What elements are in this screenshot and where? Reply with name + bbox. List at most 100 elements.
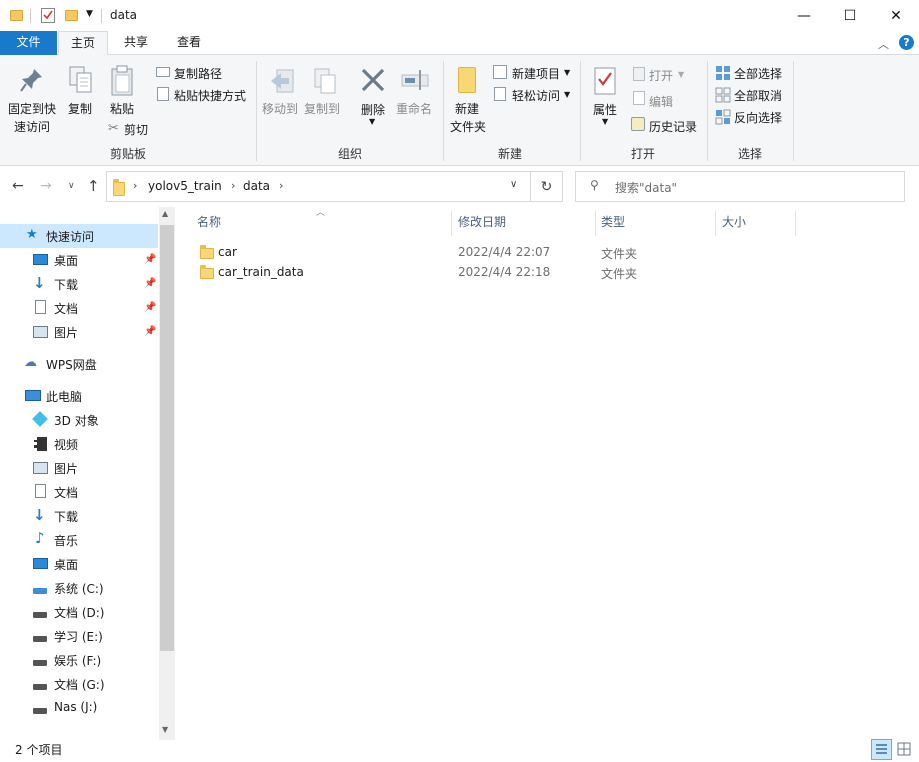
scroll-down-icon[interactable]: ▼	[162, 725, 168, 734]
close-button[interactable]: ✕	[873, 0, 919, 31]
nav-3d-objects[interactable]: 3D 对象	[0, 408, 158, 432]
column-divider[interactable]	[795, 210, 796, 236]
tab-share[interactable]: 共享	[112, 31, 160, 55]
properties-button[interactable]: 属性	[593, 101, 617, 118]
paste-button[interactable]: 粘贴	[110, 100, 134, 117]
copy-to-button[interactable]: 复制到	[304, 100, 340, 117]
help-icon[interactable]: ?	[899, 35, 914, 50]
new-group-label: 新建	[497, 147, 522, 161]
select-all-button[interactable]: 全部选择	[734, 65, 782, 82]
column-divider[interactable]	[595, 210, 596, 236]
nav-drive-f[interactable]: 娱乐 (F:)	[0, 648, 158, 672]
delete-dropdown-icon[interactable]: ▼	[369, 117, 375, 126]
open-button[interactable]: 打开	[649, 67, 673, 84]
ribbon: 固定到快 速访问 复制 粘贴 复制路径 粘贴快捷方式 ✂ 剪切 剪贴板 移动到 …	[0, 55, 919, 166]
recent-locations-icon[interactable]: ∨	[68, 181, 75, 191]
new-item-button[interactable]: 新建项目	[512, 65, 560, 82]
nav-quick-documents[interactable]: 文档 📌	[0, 296, 158, 320]
nav-quick-pictures[interactable]: 图片 📌	[0, 320, 158, 344]
column-divider[interactable]	[451, 210, 452, 236]
nav-quick-downloads[interactable]: ↓ 下载 📌	[0, 272, 158, 296]
copy-button[interactable]: 复制	[68, 100, 92, 117]
nav-videos[interactable]: 视频	[0, 432, 158, 456]
nav-scrollbar[interactable]: ▲ ▼	[159, 207, 175, 740]
select-none-icon	[715, 87, 731, 103]
back-arrow-icon[interactable]: ←	[12, 178, 24, 194]
customize-quick-access-icon[interactable]: ▼	[86, 9, 93, 19]
column-divider[interactable]	[715, 210, 716, 236]
nav-label: 桌面	[54, 254, 79, 268]
new-item-dropdown-icon[interactable]: ▼	[564, 68, 570, 77]
move-to-button[interactable]: 移动到	[262, 100, 298, 117]
pin-icon[interactable]: 📌	[144, 326, 156, 337]
column-header-name[interactable]: 名称	[197, 213, 221, 233]
nav-drive-c[interactable]: 系统 (C:)	[0, 576, 158, 600]
nav-desktop[interactable]: 桌面	[0, 552, 158, 576]
pin-quick-access-button[interactable]: 固定到快	[8, 100, 56, 117]
pin-icon[interactable]: 📌	[144, 302, 156, 313]
nav-wps-cloud[interactable]: ☁ WPS网盘	[0, 352, 158, 376]
address-dropdown-icon[interactable]: ∨	[510, 179, 517, 190]
file-type: 文件夹	[601, 247, 638, 261]
large-icons-view-button[interactable]	[896, 741, 912, 757]
pin-icon[interactable]: 📌	[144, 278, 156, 289]
paste-shortcut-button[interactable]: 粘贴快捷方式	[174, 87, 246, 104]
nav-documents[interactable]: 文档	[0, 480, 158, 504]
nav-pictures[interactable]: 图片	[0, 456, 158, 480]
nav-drive-e[interactable]: 学习 (E:)	[0, 624, 158, 648]
new-folder-button[interactable]: 新建	[455, 100, 479, 117]
forward-arrow-icon[interactable]: →	[40, 178, 52, 194]
nav-quick-access[interactable]: ★ 快速访问	[0, 224, 158, 248]
easy-access-dropdown-icon[interactable]: ▼	[564, 90, 570, 99]
file-row[interactable]: car 2022/4/4 22:07 文件夹	[196, 242, 796, 262]
collapse-ribbon-icon[interactable]: ︿	[878, 36, 889, 52]
tab-file[interactable]: 文件	[0, 31, 57, 55]
nav-quick-desktop[interactable]: 桌面 📌	[0, 248, 158, 272]
nav-drive-j[interactable]: Nas (J:)	[0, 696, 158, 720]
tab-home[interactable]: 主页	[58, 31, 108, 56]
column-header-type[interactable]: 类型	[601, 213, 625, 233]
nav-label: 学习 (E:)	[54, 630, 103, 644]
tab-view[interactable]: 查看	[165, 31, 213, 55]
group-divider	[580, 61, 581, 161]
details-view-button[interactable]	[871, 739, 892, 760]
scrollbar-thumb[interactable]	[160, 225, 174, 651]
invert-selection-button[interactable]: 反向选择	[734, 109, 782, 126]
search-input[interactable]: 搜索"data"	[615, 179, 677, 196]
rename-button[interactable]: 重命名	[396, 100, 432, 117]
delete-button[interactable]: 删除	[361, 101, 385, 118]
scissors-icon: ✂	[108, 121, 119, 136]
up-arrow-icon[interactable]: ↑	[87, 177, 100, 195]
new-folder-quick-icon[interactable]	[65, 10, 78, 21]
clipboard-group-label: 剪贴板	[109, 147, 146, 161]
address-bar[interactable]: › yolov5_train › data › ∨	[106, 171, 531, 202]
properties-dropdown-icon[interactable]: ▼	[602, 117, 608, 126]
cut-button[interactable]: 剪切	[124, 121, 148, 138]
maximize-button[interactable]: ☐	[827, 0, 873, 31]
search-box[interactable]: ⚲ 搜索"data"	[575, 171, 905, 202]
history-button[interactable]: 历史记录	[649, 118, 697, 135]
refresh-button[interactable]: ↻	[531, 171, 563, 202]
nav-this-pc[interactable]: 此电脑	[0, 384, 158, 408]
edit-button[interactable]: 编辑	[649, 93, 673, 110]
open-dropdown-icon[interactable]: ▼	[678, 70, 684, 79]
new-folder-label: 文件夹	[450, 120, 487, 134]
nav-drive-d[interactable]: 文档 (D:)	[0, 600, 158, 624]
breadcrumb-yolov5-train[interactable]: yolov5_train	[148, 179, 222, 193]
scroll-up-icon[interactable]: ▲	[162, 209, 168, 218]
pin-icon[interactable]: 📌	[144, 254, 156, 265]
column-header-size[interactable]: 大小	[722, 213, 746, 233]
file-row[interactable]: car_train_data 2022/4/4 22:18 文件夹	[196, 262, 796, 282]
nav-drive-g[interactable]: 文档 (G:)	[0, 672, 158, 696]
nav-label: 娱乐 (F:)	[54, 654, 102, 668]
pictures-icon	[33, 326, 48, 338]
copy-path-button[interactable]: 复制路径	[174, 65, 222, 82]
nav-music[interactable]: ♪ 音乐	[0, 528, 158, 552]
breadcrumb-data[interactable]: data	[243, 179, 270, 193]
easy-access-button[interactable]: 轻松访问	[512, 87, 560, 104]
column-header-modified[interactable]: 修改日期	[458, 213, 506, 233]
nav-downloads[interactable]: ↓ 下载	[0, 504, 158, 528]
minimize-button[interactable]: —	[781, 0, 827, 31]
properties-quick-icon[interactable]	[41, 8, 55, 23]
select-none-button[interactable]: 全部取消	[734, 87, 782, 104]
